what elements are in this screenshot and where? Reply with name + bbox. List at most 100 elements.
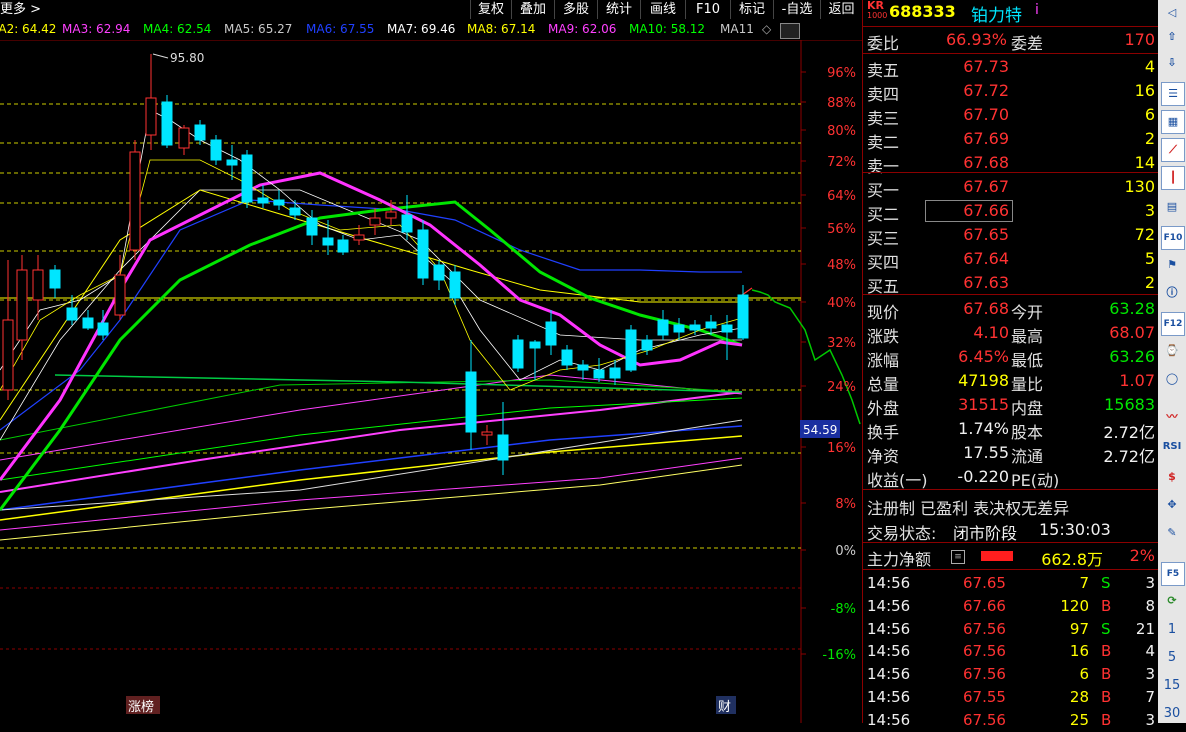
period-1[interactable]: 1: [1158, 622, 1186, 637]
stat-row: 净资 17.55 流通 2.72亿: [863, 441, 1159, 466]
tick-time: 14:56: [867, 642, 911, 661]
stat-label: 今开: [1011, 303, 1044, 322]
stat-value: 4.10: [973, 323, 1009, 342]
period-30[interactable]: 30: [1158, 706, 1186, 721]
toolbar-button-diejia[interactable]: 叠加: [511, 0, 554, 19]
ask-label: 卖一: [867, 157, 900, 176]
grid-pattern-icon[interactable]: ▤: [1161, 196, 1183, 218]
candlesticks: [2, 54, 749, 475]
pct-tick-label: 88%: [827, 96, 856, 111]
ask-row[interactable]: 卖五 67.73 4: [863, 55, 1159, 80]
circle-icon[interactable]: ◯: [1161, 368, 1183, 390]
refresh-icon[interactable]: ⟳: [1161, 590, 1183, 612]
candle-body: [241, 154, 253, 203]
candle-body: [129, 151, 141, 251]
net-flow-bar: [981, 551, 1013, 561]
candle-body: [593, 369, 605, 379]
bid-price: 67.67: [963, 177, 1009, 196]
rsi-icon[interactable]: RSI: [1161, 436, 1183, 458]
tick-volume: 28: [1069, 688, 1089, 706]
tick-price: 67.66: [963, 596, 1006, 615]
move-icon[interactable]: ✥: [1161, 494, 1183, 516]
flag-icon[interactable]: ⚑: [1161, 254, 1183, 276]
ask-price: 67.72: [963, 81, 1009, 100]
pct-tick-label: 32%: [827, 336, 856, 351]
tick-volume: 97: [1069, 619, 1089, 638]
tick-row: 14:56 67.56 25 B 3: [863, 709, 1159, 732]
list-icon[interactable]: ☰: [1161, 82, 1185, 106]
bid-volume: 2: [1144, 273, 1155, 292]
bid-row[interactable]: 买五 67.63 2: [863, 271, 1159, 296]
stock-name[interactable]: 铂力特: [971, 1, 1022, 26]
candle-body: [2, 319, 14, 391]
bid-row[interactable]: 买一 67.67 130: [863, 175, 1159, 200]
tick-time: 14:56: [867, 665, 911, 684]
ask-label: 卖二: [867, 133, 900, 152]
ask-row[interactable]: 卖三 67.70 6: [863, 103, 1159, 128]
ask-volume: 4: [1144, 57, 1155, 76]
pct-tick-label: 80%: [827, 124, 856, 139]
wave-icon[interactable]: 〰: [1161, 406, 1183, 428]
more-menu-button[interactable]: 更多 >: [0, 0, 41, 20]
toolbar-button-huaxian[interactable]: 画线: [640, 0, 685, 19]
toolbar-button-f10[interactable]: F10: [685, 0, 730, 19]
ma-legend-item: MA2: 64.42: [0, 22, 57, 36]
bid-price: 67.63: [963, 273, 1009, 292]
tick-count: 3: [1145, 710, 1155, 729]
zhangbang-marker[interactable]: 涨榜: [128, 699, 154, 715]
bid-label: 买二: [867, 205, 900, 224]
cai-marker[interactable]: 财: [718, 700, 731, 715]
pencil-icon[interactable]: ✎: [1161, 522, 1183, 544]
kline-icon[interactable]: ┃: [1161, 166, 1185, 190]
bid-row[interactable]: 买四 67.64 5: [863, 247, 1159, 272]
tick-price: 67.56: [963, 642, 1006, 661]
tick-side: B: [1101, 688, 1112, 706]
toolbar-button-fuquan[interactable]: 复权: [470, 0, 511, 19]
ma-legend-expand-button[interactable]: [780, 23, 800, 39]
pct-tick-label: 0%: [835, 544, 856, 559]
candle-body: [673, 324, 685, 333]
ask-row[interactable]: 卖二 67.69 2: [863, 127, 1159, 152]
toolbar-button-duogu[interactable]: 多股: [554, 0, 597, 19]
ma-legend-toggle-icon[interactable]: ◇: [762, 22, 771, 36]
bid-price: 67.64: [963, 249, 1009, 268]
net-flow-pct: 2%: [1129, 546, 1155, 565]
candle-body: [641, 339, 653, 351]
grid-icon[interactable]: ▦: [1161, 110, 1185, 134]
toolbar-button-biaoji[interactable]: 标记: [730, 0, 773, 19]
ask-volume: 14: [1134, 153, 1155, 172]
money-icon[interactable]: $: [1161, 466, 1183, 488]
ma-legend-item: MA8: 67.14: [467, 22, 536, 36]
ma-legend-item: MA11: [720, 22, 754, 36]
down-arrow-icon[interactable]: ⇩: [1161, 52, 1183, 74]
info-icon[interactable]: i: [1035, 2, 1039, 18]
up-arrow-icon[interactable]: ⇧: [1161, 26, 1183, 48]
pct-tick-label: 96%: [827, 66, 856, 81]
net-flow-detail-icon[interactable]: ≡: [951, 550, 965, 564]
f5-icon[interactable]: F5: [1161, 562, 1185, 586]
kline-chart[interactable]: 96% 88% 80% 72% 64% 56% 48% 40% 32% 24% 16% 8% 0% -8%…: [0, 40, 862, 723]
line-chart-icon[interactable]: ⟋: [1161, 138, 1185, 162]
net-flow-label: 主力净额: [867, 550, 932, 569]
tick-volume: 6: [1079, 665, 1089, 684]
ask-price: 67.69: [963, 129, 1009, 148]
ask-label: 卖三: [867, 109, 900, 128]
toolbar-button-zixuan[interactable]: -自选: [773, 0, 820, 19]
bid-row[interactable]: 买三 67.65 72: [863, 223, 1159, 248]
clock-icon[interactable]: ⌚: [1161, 340, 1183, 362]
period-15[interactable]: 15: [1158, 678, 1186, 693]
pct-tick-label: 16%: [827, 441, 856, 456]
candle-body: [721, 324, 733, 333]
f12-icon[interactable]: F12: [1161, 312, 1185, 336]
back-arrow-icon[interactable]: ◁: [1161, 2, 1183, 24]
toolbar-button-tongji[interactable]: 统计: [597, 0, 640, 19]
bid-row[interactable]: 买二 67.66 3: [863, 199, 1159, 224]
candle-body: [273, 199, 285, 206]
toolbar-button-fanhui[interactable]: 返回: [820, 0, 862, 19]
stat-value: 31515: [958, 395, 1009, 414]
ask-row[interactable]: 卖四 67.72 16: [863, 79, 1159, 104]
f10-icon[interactable]: F10: [1161, 226, 1185, 250]
period-5[interactable]: 5: [1158, 650, 1186, 665]
info-tool-icon[interactable]: ⓘ: [1161, 282, 1183, 304]
stat-label: 量比: [1011, 375, 1044, 394]
